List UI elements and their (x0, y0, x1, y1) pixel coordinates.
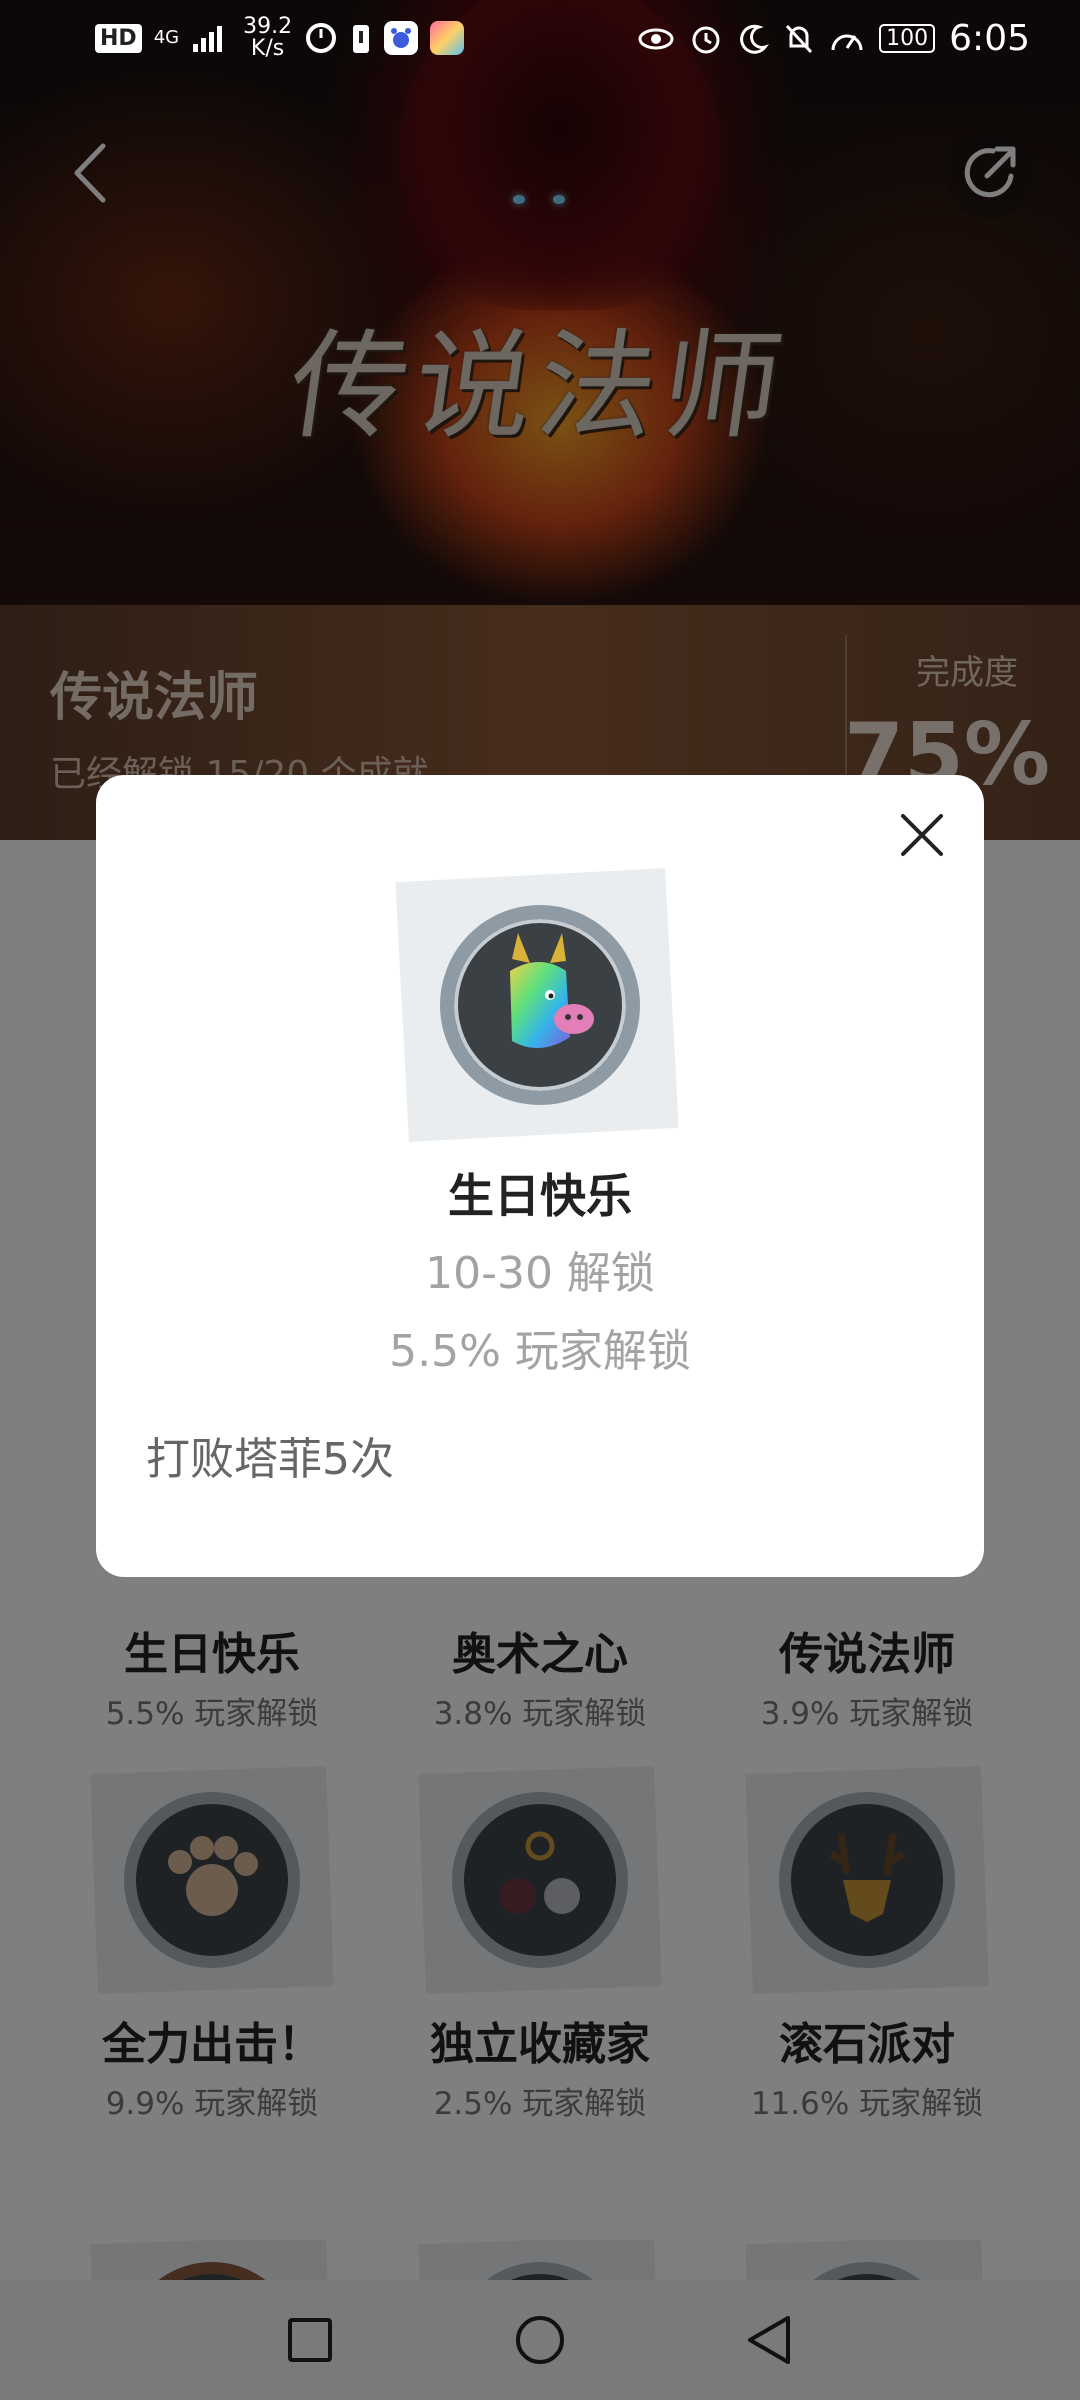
clock: 6:05 (949, 18, 1030, 59)
moon-icon (740, 24, 770, 54)
gallery-app-icon (430, 21, 465, 55)
battery-level: 100 (879, 24, 936, 53)
system-nav-bar (0, 2280, 1080, 2400)
close-icon (901, 814, 943, 856)
square-icon (288, 2318, 332, 2362)
circle-icon (516, 2316, 564, 2364)
status-bar: HD 4G 39.2 K/s 100 6:05 (0, 0, 1080, 80)
mute-bell-icon (786, 24, 813, 53)
hd-indicator: HD (95, 23, 142, 53)
close-button[interactable] (890, 803, 954, 867)
network-type: 4G (153, 27, 180, 48)
speedometer-icon (831, 34, 863, 50)
home-button[interactable] (510, 2310, 570, 2370)
achievement-detail-dialog: 生日快乐 10-30 解锁 5.5% 玩家解锁 打败塔菲5次 (96, 775, 984, 1577)
achievement-title: 生日快乐 (448, 1169, 632, 1223)
back-nav-button[interactable] (740, 2310, 800, 2370)
network-speed: 39.2 K/s (243, 14, 293, 61)
recents-button[interactable] (280, 2310, 340, 2370)
achievement-badge (395, 868, 679, 1142)
player-unlock-rate: 5.5% 玩家解锁 (389, 1326, 691, 1377)
achievement-description: 打败塔菲5次 (146, 1434, 394, 1485)
battery-saver-icon (353, 25, 370, 53)
baidu-app-icon (384, 21, 419, 55)
timer-icon (306, 23, 337, 53)
signal-icon (193, 26, 223, 52)
alarm-icon (692, 26, 720, 53)
unlock-date: 10-30 解锁 (425, 1248, 655, 1299)
rainbow-pig-icon (510, 933, 594, 1049)
eye-comfort-icon (638, 28, 674, 49)
triangle-back-icon (748, 2316, 790, 2364)
